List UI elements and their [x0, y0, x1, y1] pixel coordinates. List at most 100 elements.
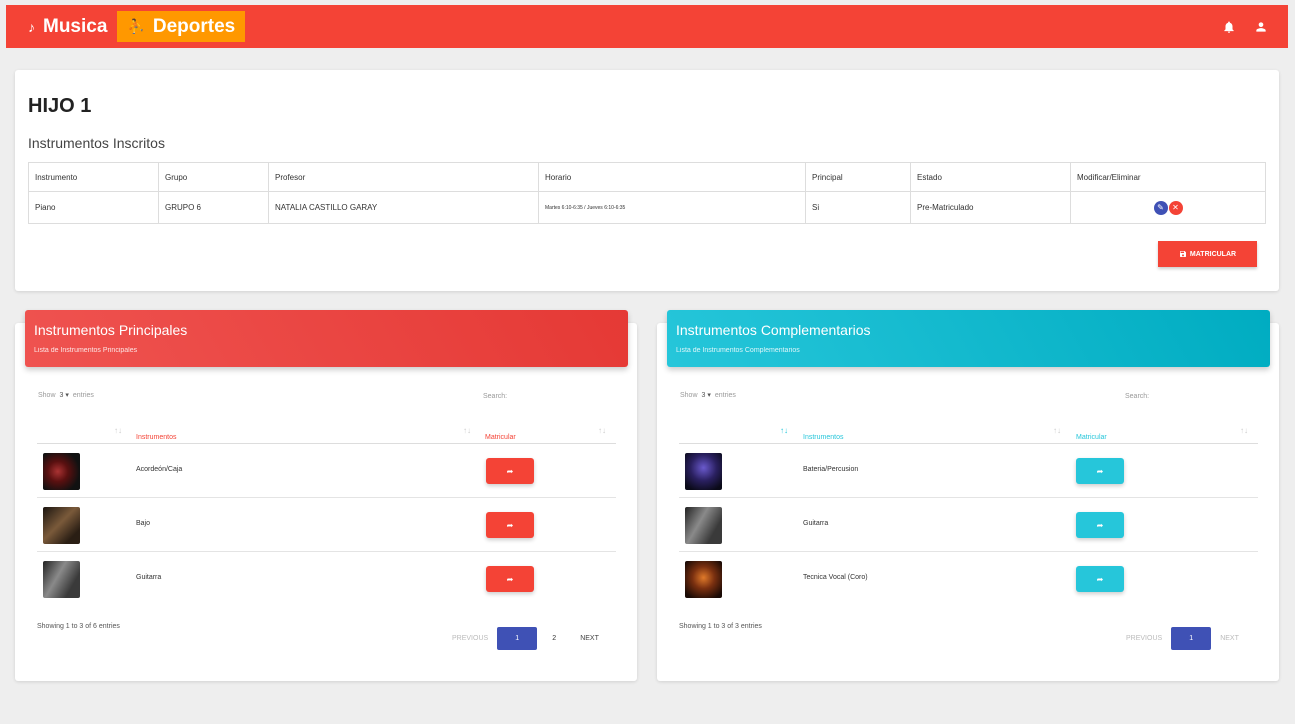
enrolled-section-title: Instrumentos Inscritos [28, 135, 165, 151]
cell-horario: Martes 6:10-6:35 / Jueves 6:10-6:35 [538, 191, 806, 224]
page-1-button[interactable]: 1 [1171, 627, 1212, 650]
principales-header: Instrumentos Principales Lista de Instru… [25, 310, 628, 367]
principales-table-info: Showing 1 to 3 of 6 entries [37, 623, 120, 630]
nav-musica-label: Musica [43, 15, 108, 37]
drums-image [685, 453, 722, 490]
table-row: Bajo ➦ [37, 498, 616, 552]
page-1-button[interactable]: 1 [497, 627, 538, 650]
notifications-bell-icon[interactable] [1222, 20, 1236, 34]
enroll-arrow-icon: ➦ [1096, 574, 1104, 584]
col-instrumentos[interactable]: Instrumentos [803, 434, 843, 441]
enroll-arrow-icon: ➦ [1096, 520, 1104, 530]
enrolled-table: Instrumento Grupo Profesor Horario Princ… [28, 162, 1266, 224]
col-principal[interactable]: Principal [805, 162, 911, 192]
nav-musica[interactable]: ♪ Musica [6, 11, 117, 42]
choir-image [685, 561, 722, 598]
enroll-button[interactable]: ➦ [486, 566, 534, 592]
principales-length-control: Show 3 ▾ entries [38, 391, 94, 400]
sort-icon[interactable]: ↑↓ [598, 426, 606, 435]
table-row: Bateria/Percusion ➦ [679, 444, 1258, 498]
entries-label: entries [714, 391, 736, 399]
cell-actions: ✎ ✕ [1070, 191, 1266, 224]
instrument-name: Bajo [136, 520, 151, 527]
col-matricular[interactable]: Matricular [485, 434, 516, 441]
enroll-button[interactable]: ➦ [486, 512, 534, 538]
principales-subtitle: Lista de Instrumentos Principales [34, 347, 138, 354]
enroll-arrow-icon: ➦ [506, 574, 514, 584]
col-instrumentos[interactable]: Instrumentos [136, 434, 176, 441]
sort-icon[interactable]: ↑↓ [1053, 426, 1061, 435]
col-horario[interactable]: Horario [538, 162, 806, 192]
complementarios-table-info: Showing 1 to 3 of 3 entries [679, 623, 762, 630]
complementarios-subtitle: Lista de Instrumentos Complementarios [676, 347, 800, 354]
save-icon [1179, 251, 1186, 257]
entries-label: entries [72, 391, 94, 399]
col-matricular[interactable]: Matricular [1076, 434, 1107, 441]
sort-icon[interactable]: ↑↓ [463, 426, 471, 435]
sort-icon[interactable]: ↑↓ [114, 426, 122, 435]
sort-icon[interactable]: ↑↓ [780, 426, 788, 435]
complementarios-header: Instrumentos Complementarios Lista de In… [667, 310, 1270, 367]
next-button[interactable]: NEXT [1211, 635, 1248, 642]
matricular-button[interactable]: MATRICULAR [1158, 241, 1257, 267]
enroll-button[interactable]: ➦ [1076, 458, 1124, 484]
enrolled-table-header: Instrumento Grupo Profesor Horario Princ… [28, 162, 1266, 192]
instrument-name: Tecnica Vocal (Coro) [803, 574, 868, 581]
show-label: Show [38, 391, 56, 399]
cell-profesor: NATALIA CASTILLO GARAY [268, 191, 539, 224]
col-estado[interactable]: Estado [910, 162, 1071, 192]
student-name: HIJO 1 [28, 95, 92, 117]
enroll-arrow-icon: ➦ [506, 466, 514, 476]
page-2-button[interactable]: 2 [537, 627, 571, 650]
guitar-image [685, 507, 722, 544]
col-instrumento[interactable]: Instrumento [28, 162, 159, 192]
music-note-icon: ♪ [28, 18, 35, 35]
cell-principal: Si [805, 191, 911, 224]
complementarios-length-select[interactable]: 3 ▾ [702, 391, 711, 399]
complementarios-table-header: ↑↓ Instrumentos ↑↓ Matricular ↑↓ [679, 426, 1258, 444]
complementarios-search[interactable]: Search: [1125, 393, 1149, 400]
instrument-name: Guitarra [136, 574, 162, 581]
table-row: Acordeón/Caja ➦ [37, 444, 616, 498]
col-modificar-eliminar[interactable]: Modificar/Eliminar [1070, 162, 1266, 192]
previous-button[interactable]: PREVIOUS [1117, 635, 1171, 642]
table-row: Piano GRUPO 6 NATALIA CASTILLO GARAY Mar… [28, 191, 1266, 224]
delete-close-icon[interactable]: ✕ [1168, 200, 1183, 215]
nav-deportes-label: Deportes [152, 15, 236, 37]
accordion-image [43, 453, 80, 490]
principales-title: Instrumentos Principales [34, 322, 188, 338]
enroll-button[interactable]: ➦ [486, 458, 534, 484]
complementarios-pagination: PREVIOUS 1 NEXT [1117, 627, 1248, 650]
principales-search[interactable]: Search: [483, 393, 507, 400]
guitar-image [43, 561, 80, 598]
instrument-name: Guitarra [803, 520, 829, 527]
principales-table-header: ↑↓ Instrumentos ↑↓ Matricular ↑↓ [37, 426, 616, 444]
search-label: Search: [1125, 393, 1150, 400]
col-grupo[interactable]: Grupo [158, 162, 269, 192]
principales-length-select[interactable]: 3 ▾ [60, 391, 69, 399]
table-row: Guitarra ➦ [37, 552, 616, 606]
principales-card: Show 3 ▾ entries Search: ↑↓ Instrumentos… [15, 323, 637, 681]
enroll-button[interactable]: ➦ [1076, 512, 1124, 538]
next-button[interactable]: NEXT [571, 635, 608, 642]
user-account-icon[interactable] [1254, 20, 1268, 34]
sort-icon[interactable]: ↑↓ [1240, 426, 1248, 435]
edit-pencil-icon[interactable]: ✎ [1153, 200, 1168, 215]
cell-estado: Pre-Matriculado [910, 191, 1071, 224]
matricular-label: MATRICULAR [1189, 250, 1237, 258]
show-label: Show [680, 391, 698, 399]
runner-icon: ⛹ [127, 18, 145, 34]
complementarios-length-control: Show 3 ▾ entries [680, 391, 736, 400]
col-profesor[interactable]: Profesor [268, 162, 539, 192]
complementarios-title: Instrumentos Complementarios [676, 322, 871, 338]
nav-deportes[interactable]: ⛹ Deportes [117, 11, 246, 42]
table-row: Guitarra ➦ [679, 498, 1258, 552]
enroll-button[interactable]: ➦ [1076, 566, 1124, 592]
search-label: Search: [483, 393, 508, 400]
top-navbar: ♪ Musica ⛹ Deportes [6, 5, 1288, 48]
instrument-name: Bateria/Percusion [803, 466, 859, 473]
cell-instrumento: Piano [28, 191, 159, 224]
enroll-arrow-icon: ➦ [1096, 466, 1104, 476]
instrument-name: Acordeón/Caja [136, 466, 183, 473]
previous-button[interactable]: PREVIOUS [443, 635, 497, 642]
